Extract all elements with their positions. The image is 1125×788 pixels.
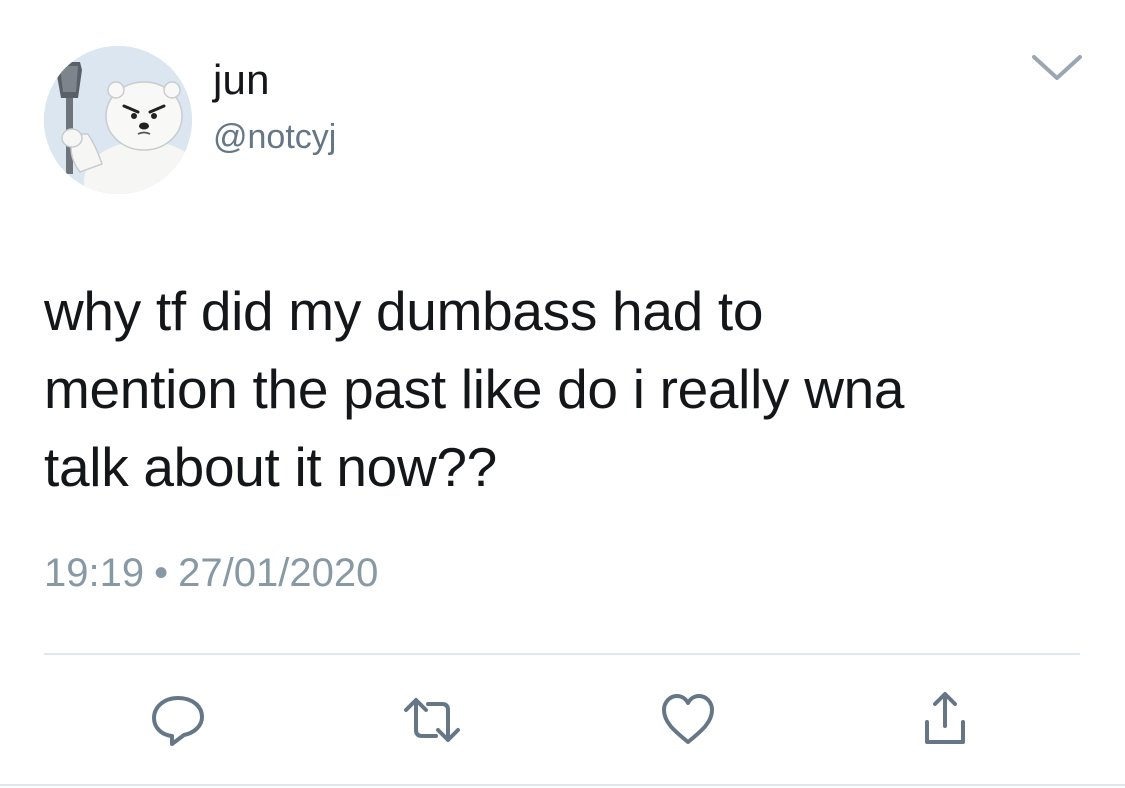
divider	[44, 653, 1080, 655]
display-name[interactable]: jun	[213, 56, 270, 104]
heart-icon[interactable]	[658, 690, 718, 750]
tweet-text: why tf did my dumbass had to mention the…	[44, 272, 1094, 506]
meta-separator: •	[154, 551, 169, 595]
reply-icon[interactable]	[148, 690, 208, 750]
avatar[interactable]	[44, 46, 192, 194]
tweet-card: jun @notcyj why tf did my dumbass had to…	[0, 0, 1125, 788]
tweet-time: 19:19	[44, 551, 145, 595]
tweet-timestamp[interactable]: 19:19 • 27/01/2020	[44, 551, 378, 596]
bottom-divider	[0, 784, 1125, 786]
polar-bear-avatar-image	[44, 46, 192, 194]
tweet-date: 27/01/2020	[178, 551, 379, 595]
tweet-text-line: mention the past like do i really wna	[44, 358, 905, 420]
tweet-text-line: talk about it now??	[44, 436, 497, 498]
chevron-down-icon[interactable]	[1030, 52, 1084, 84]
share-icon[interactable]	[915, 690, 975, 750]
tweet-text-line: why tf did my dumbass had to	[44, 280, 764, 342]
retweet-icon[interactable]	[402, 690, 462, 750]
user-handle[interactable]: @notcyj	[213, 118, 336, 157]
